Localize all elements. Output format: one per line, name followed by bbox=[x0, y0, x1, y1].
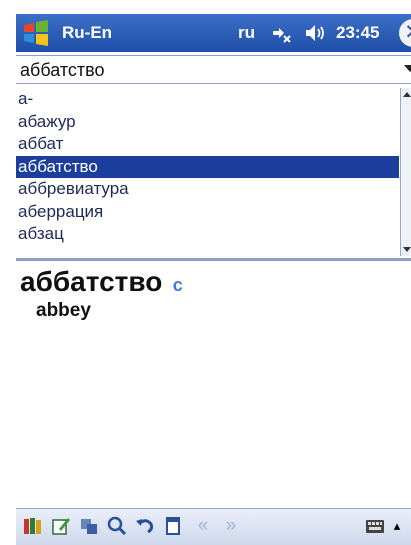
divider bbox=[16, 258, 411, 261]
list-item[interactable]: а- bbox=[16, 88, 399, 111]
search-input[interactable]: аббатство bbox=[20, 60, 105, 81]
list-item[interactable]: аббревиатура bbox=[16, 178, 399, 201]
input-menu-arrow-icon[interactable]: ▴ bbox=[390, 515, 404, 537]
card-icon[interactable] bbox=[162, 515, 184, 537]
list-item[interactable]: аберрация bbox=[16, 201, 399, 224]
translation: abbey bbox=[36, 300, 91, 321]
bottom-toolbar: « » ▴ bbox=[16, 508, 411, 545]
clock[interactable]: 23:45 bbox=[336, 23, 379, 43]
sync-icon[interactable] bbox=[78, 515, 100, 537]
headword: аббатство bbox=[20, 266, 163, 297]
dictionary-icon[interactable] bbox=[22, 515, 44, 537]
language-indicator[interactable]: ru bbox=[238, 23, 255, 43]
undo-icon[interactable] bbox=[134, 515, 156, 537]
search-field[interactable]: аббатство bbox=[16, 55, 411, 84]
sound-icon[interactable]: c bbox=[173, 275, 183, 296]
list-item[interactable]: абажур bbox=[16, 111, 399, 134]
app-title: Ru-En bbox=[62, 23, 113, 42]
list-item[interactable]: аббат bbox=[16, 133, 399, 156]
forward-icon[interactable]: » bbox=[220, 515, 242, 537]
title-bar: Ru-En ru 23:45 ✕ bbox=[16, 14, 411, 52]
start-menu-icon[interactable] bbox=[21, 18, 51, 48]
scroll-down-icon[interactable] bbox=[403, 247, 411, 252]
volume-icon[interactable] bbox=[303, 21, 327, 45]
edit-icon[interactable] bbox=[50, 515, 72, 537]
list-item-selected[interactable]: аббатство bbox=[16, 155, 399, 178]
keyboard-icon[interactable] bbox=[364, 515, 386, 537]
connectivity-icon[interactable] bbox=[269, 21, 293, 45]
list-scrollbar[interactable] bbox=[400, 88, 411, 256]
close-button[interactable]: ✕ bbox=[399, 19, 411, 47]
back-icon[interactable]: « bbox=[192, 515, 214, 537]
dropdown-arrow-icon[interactable] bbox=[404, 65, 411, 72]
article-header: аббатство c bbox=[20, 266, 183, 298]
search-icon[interactable] bbox=[106, 515, 128, 537]
scroll-up-icon[interactable] bbox=[403, 92, 411, 97]
word-list[interactable]: а- абажур аббат аббатство аббревиатура а… bbox=[16, 88, 399, 256]
list-item[interactable]: абзац bbox=[16, 223, 399, 246]
